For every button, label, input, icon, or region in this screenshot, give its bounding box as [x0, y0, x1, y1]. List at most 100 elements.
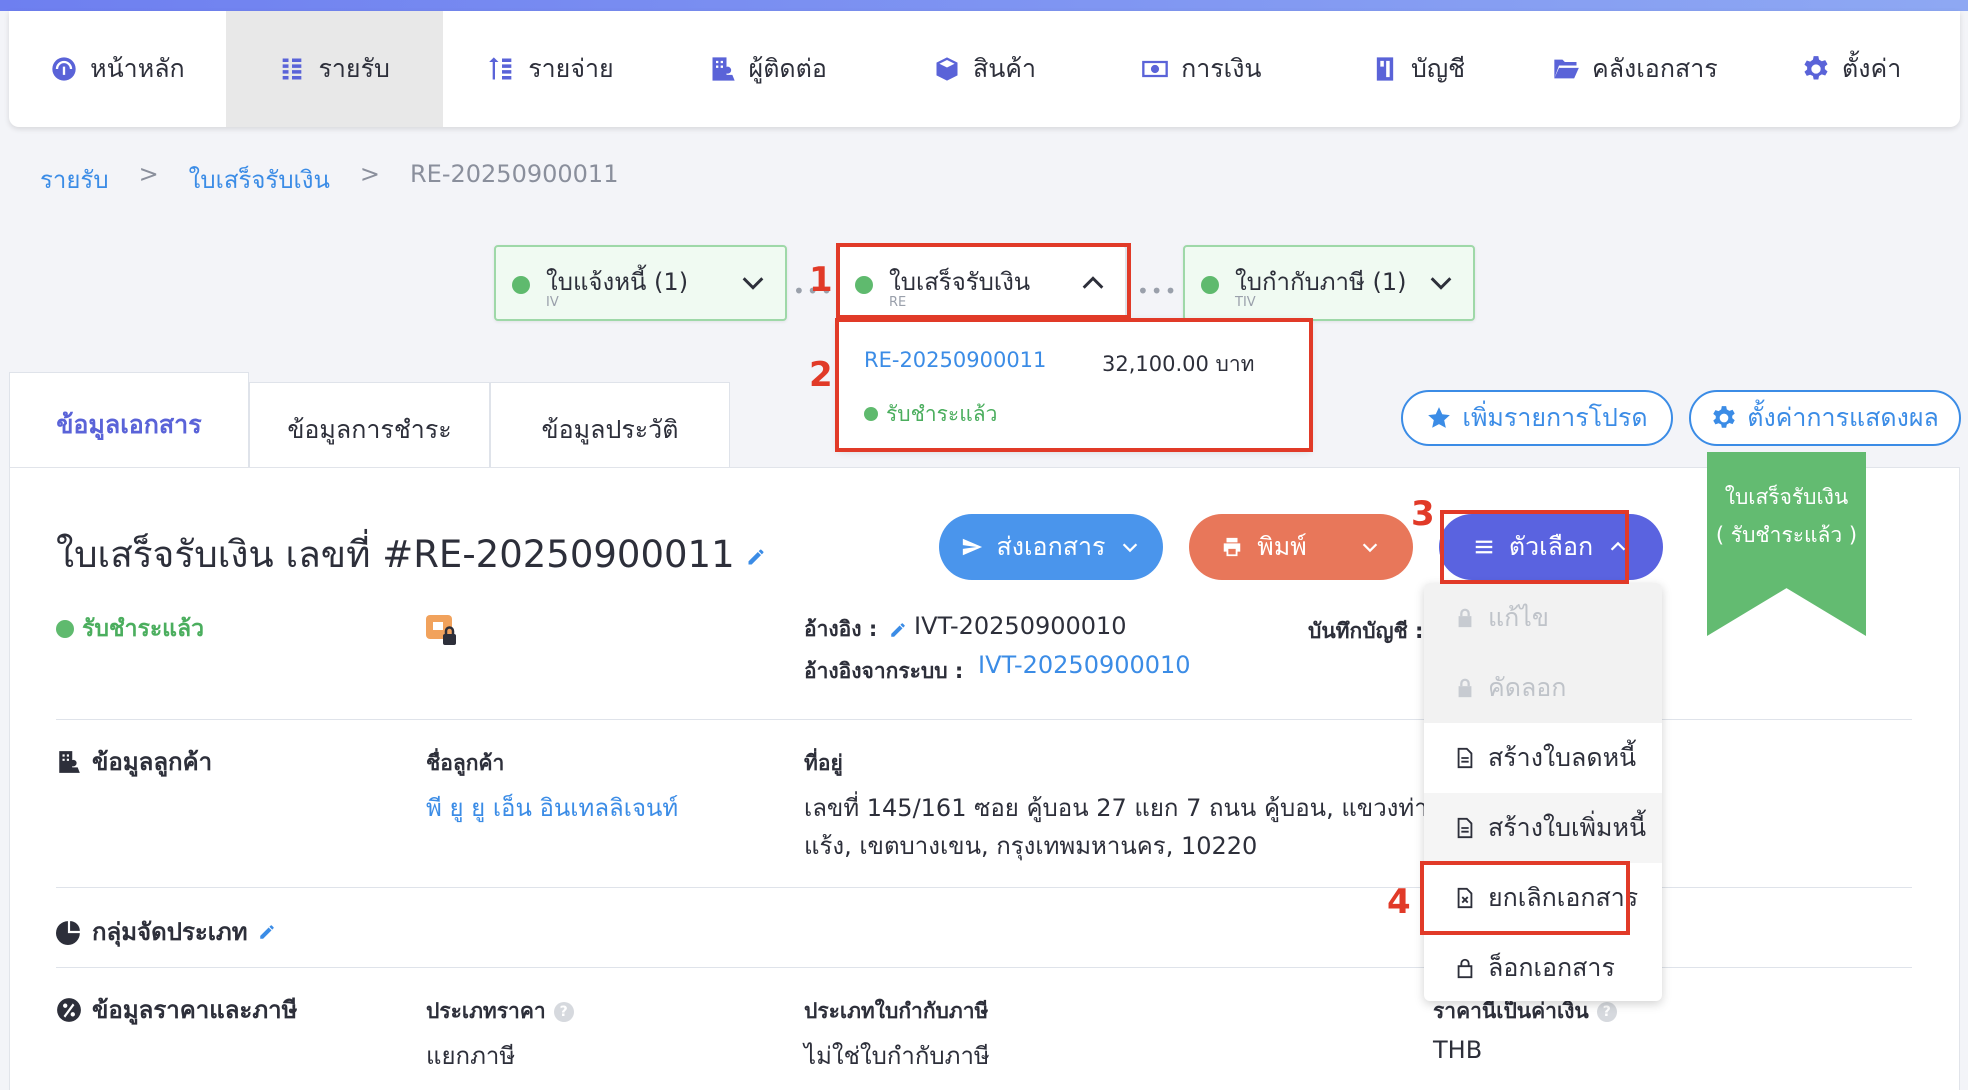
edit-pencil-icon[interactable]	[746, 547, 766, 567]
send-document-button[interactable]: ส่งเอกสาร	[939, 514, 1163, 580]
nav-label: หน้าหลัก	[90, 54, 185, 83]
menu-item-label: สร้างใบลดหนี้	[1488, 743, 1637, 772]
folder-icon	[1554, 59, 1579, 79]
currency-label-text: ราคานี้เป็นค่าเงิน	[1433, 999, 1589, 1023]
display-settings-label: ตั้งค่าการแสดงผล	[1747, 403, 1939, 432]
flow-step-code: TIV	[1235, 295, 1256, 310]
flow-step-label: ใบกำกับภาษี (1)	[1235, 268, 1407, 296]
customer-name-label: ชื่อลูกค้า	[426, 751, 505, 775]
annotation-number-3: 3	[1411, 494, 1435, 534]
send-label: ส่งเอกสาร	[996, 532, 1106, 561]
send-plane-icon	[962, 538, 982, 556]
lock-open-icon	[1457, 958, 1473, 979]
nav-label: การเงิน	[1181, 54, 1262, 83]
status-dot	[512, 276, 530, 294]
flow-step-invoice[interactable]: ใบแจ้งหนี้ (1) IV	[494, 245, 787, 321]
group-section-title: กลุ่มจัดประเภท	[56, 912, 276, 951]
breadcrumb-separator: >	[359, 160, 380, 188]
status-dot	[1201, 276, 1219, 294]
annotation-box-4	[1420, 861, 1630, 935]
nav-item-expense[interactable]: รายจ่าย	[443, 11, 660, 127]
chevron-down-icon	[742, 277, 764, 290]
help-icon[interactable]: ?	[553, 1002, 574, 1022]
menu-item-create-credit-note[interactable]: สร้างใบลดหนี้	[1424, 723, 1662, 793]
product-box-icon	[936, 57, 958, 81]
tab-history-info[interactable]: ข้อมูลประวัติ	[490, 382, 730, 478]
menu-item-edit[interactable]: แก้ไข	[1424, 583, 1662, 653]
group-section-text: กลุ่มจัดประเภท	[92, 918, 248, 946]
price-type-label-text: ประเภทราคา	[426, 999, 546, 1023]
annotation-box-1	[836, 243, 1131, 319]
flow-connector: •••	[1137, 279, 1179, 303]
contacts-icon	[712, 57, 735, 81]
percent-badge-icon	[57, 997, 81, 1022]
edit-pencil-icon[interactable]	[258, 923, 276, 941]
nav-item-contacts[interactable]: ผู้ติดต่อ	[659, 11, 876, 127]
address-line-2: แร้ง, เขตบางเขน, กรุงเทพมหานคร, 10220	[804, 832, 1258, 860]
price-type-value: แยกภาษี	[426, 1042, 516, 1070]
building-person-icon	[59, 750, 80, 773]
status-dot	[56, 620, 74, 638]
menu-item-create-debit-note[interactable]: สร้างใบเพิ่มหนี้	[1424, 793, 1662, 863]
annotation-number-4: 4	[1387, 882, 1411, 922]
currency-value: THB	[1433, 1036, 1483, 1064]
annotation-box-3	[1440, 510, 1629, 584]
customer-name-link[interactable]: พี ยู ยู เอ็น อินเทลลิเจนท์	[426, 788, 678, 827]
accounting-book-icon	[1376, 57, 1394, 81]
money-icon	[1142, 60, 1168, 78]
add-favorite-button[interactable]: เพิ่มรายการโปรด	[1401, 390, 1673, 446]
customer-section-text: ข้อมูลลูกค้า	[92, 748, 213, 776]
menu-item-lock-document[interactable]: ล็อกเอกสาร	[1424, 933, 1662, 1001]
flow-step-code: IV	[546, 295, 559, 310]
nav-label: คลังเอกสาร	[1592, 54, 1718, 83]
document-icon	[1457, 817, 1473, 839]
print-button[interactable]: พิมพ์	[1189, 514, 1413, 580]
price-type-label: ประเภทราคา?	[426, 995, 574, 1028]
chevron-down-icon	[1362, 543, 1377, 553]
flow-step-tax-invoice[interactable]: ใบกำกับภาษี (1) TIV	[1183, 245, 1475, 321]
menu-item-label: ล็อกเอกสาร	[1488, 953, 1615, 982]
options-dropdown-menu: แก้ไข คัดลอก สร้างใบลดหนี้ สร้างใบเพิ่มห…	[1424, 583, 1662, 1001]
tab-document-info[interactable]: ข้อมูลเอกสาร	[9, 372, 249, 478]
breadcrumb-current: RE-20250900011	[410, 160, 619, 188]
nav-item-income[interactable]: รายรับ	[225, 11, 443, 127]
expense-icon	[489, 57, 512, 80]
breadcrumb-receipt-link[interactable]: ใบเสร็จรับเงิน	[189, 160, 330, 199]
customer-section-title: ข้อมูลลูกค้า	[56, 742, 212, 781]
nav-item-finance[interactable]: การเงิน	[1093, 11, 1310, 127]
nav-item-settings[interactable]: ตั้งค่า	[1743, 11, 1960, 127]
annotation-number-2: 2	[809, 355, 833, 395]
nav-label: รายรับ	[318, 54, 390, 83]
edit-pencil-icon[interactable]	[889, 621, 907, 639]
menu-item-label: คัดลอก	[1488, 673, 1567, 702]
lock-icon	[1458, 608, 1472, 628]
ribbon-title: ใบเสร็จรับเงิน	[1724, 485, 1849, 509]
gear-icon	[1804, 56, 1828, 80]
top-gradient-bar	[0, 0, 1968, 11]
nav-item-dashboard[interactable]: หน้าหลัก	[9, 11, 226, 127]
pie-chart-icon	[56, 920, 80, 945]
address-label: ที่อยู่	[804, 751, 843, 775]
dashboard-icon	[52, 57, 76, 81]
tax-invoice-type-label: ประเภทใบกำกับภาษี	[804, 999, 989, 1023]
price-section-text: ข้อมูลราคาและภาษี	[92, 996, 298, 1024]
add-favorite-label: เพิ่มรายการโปรด	[1462, 403, 1648, 432]
nav-label: สินค้า	[972, 54, 1037, 83]
system-reference-link[interactable]: IVT-20250900010	[978, 651, 1191, 679]
document-icon	[1457, 747, 1473, 769]
display-settings-button[interactable]: ตั้งค่าการแสดงผล	[1689, 390, 1961, 446]
nav-item-accounting[interactable]: บัญชี	[1310, 11, 1527, 127]
nav-label: ตั้งค่า	[1842, 54, 1902, 83]
help-icon[interactable]: ?	[1596, 1002, 1617, 1022]
star-icon	[1428, 407, 1451, 428]
journal-label: บันทึกบัญชี :	[1308, 619, 1424, 643]
chevron-down-icon	[1123, 543, 1138, 553]
tab-payment-info[interactable]: ข้อมูลการชำระ	[249, 382, 490, 478]
nav-item-documents[interactable]: คลังเอกสาร	[1526, 11, 1743, 127]
breadcrumb: รายรับ > ใบเสร็จรับเงิน > RE-20250900011	[40, 160, 618, 199]
nav-item-product[interactable]: สินค้า	[876, 11, 1093, 127]
menu-item-copy[interactable]: คัดลอก	[1424, 653, 1662, 723]
breadcrumb-income-link[interactable]: รายรับ	[40, 160, 109, 199]
document-status-text: รับชำระแล้ว	[82, 616, 205, 642]
tax-invoice-type-value: ไม่ใช่ใบกำกับภาษี	[804, 1042, 990, 1070]
